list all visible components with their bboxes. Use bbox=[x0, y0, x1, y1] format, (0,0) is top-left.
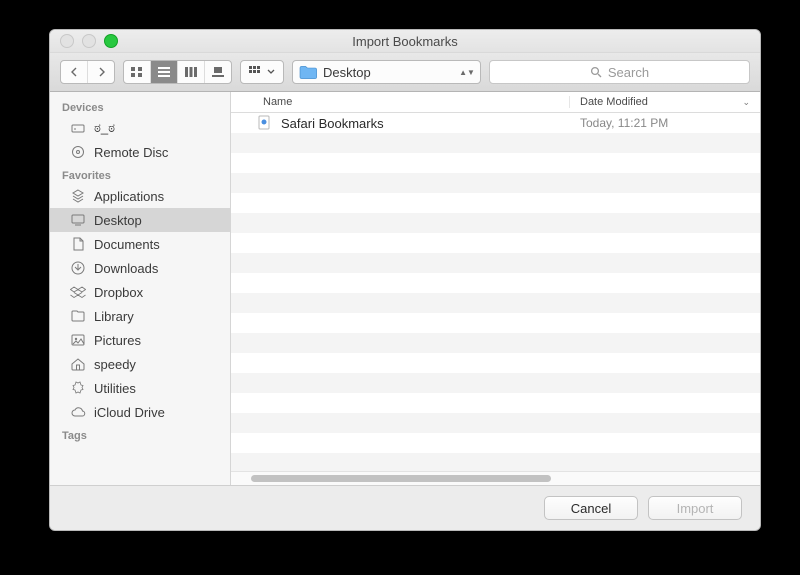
file-list: Name Date Modified ⌄ Safari BookmarksTod… bbox=[231, 92, 760, 485]
view-columns-button[interactable] bbox=[178, 61, 205, 83]
sidebar-item-desktop[interactable]: Desktop bbox=[50, 208, 230, 232]
sidebar-item-downloads[interactable]: Downloads bbox=[50, 256, 230, 280]
search-icon bbox=[590, 66, 602, 78]
home-icon bbox=[70, 356, 86, 372]
sidebar-item-label: Dropbox bbox=[94, 285, 143, 300]
sidebar-item-label: Documents bbox=[94, 237, 160, 252]
sidebar-item-remote-disc[interactable]: Remote Disc bbox=[50, 140, 230, 164]
sidebar-item-label: Pictures bbox=[94, 333, 141, 348]
sidebar-item-label: Utilities bbox=[94, 381, 136, 396]
utilities-icon bbox=[70, 380, 86, 396]
sidebar-item-label: Applications bbox=[94, 189, 164, 204]
nav-back-button[interactable] bbox=[61, 61, 88, 83]
nav-forward-button[interactable] bbox=[88, 61, 114, 83]
location-popup[interactable]: Desktop ▲▼ bbox=[292, 60, 481, 84]
search-placeholder: Search bbox=[608, 65, 649, 80]
sidebar-item--[interactable]: ಠ_ಠ bbox=[50, 116, 230, 140]
view-list-button[interactable] bbox=[151, 61, 178, 83]
sidebar-item-applications[interactable]: Applications bbox=[50, 184, 230, 208]
sidebar-item-library[interactable]: Library bbox=[50, 304, 230, 328]
disc-icon bbox=[70, 144, 86, 160]
file-icon bbox=[257, 115, 273, 131]
folder-icon bbox=[70, 308, 86, 324]
sidebar-item-label: ಠ_ಠ bbox=[94, 120, 115, 136]
sidebar-item-utilities[interactable]: Utilities bbox=[50, 376, 230, 400]
sidebar-item-label: Desktop bbox=[94, 213, 142, 228]
sidebar-item-label: iCloud Drive bbox=[94, 405, 165, 420]
sidebar-heading: Favorites bbox=[50, 164, 230, 184]
sidebar-item-label: Downloads bbox=[94, 261, 158, 276]
file-rows[interactable]: Safari BookmarksToday, 11:21 PM bbox=[231, 113, 760, 471]
apps-icon bbox=[70, 188, 86, 204]
sidebar-item-label: Remote Disc bbox=[94, 145, 168, 160]
downloads-icon bbox=[70, 260, 86, 276]
body: Devices ಠ_ಠ Remote Disc Favorites Applicatio… bbox=[50, 92, 760, 485]
import-button[interactable]: Import bbox=[648, 496, 742, 520]
cloud-icon bbox=[70, 404, 86, 420]
drive-icon bbox=[70, 120, 86, 136]
sidebar-item-pictures[interactable]: Pictures bbox=[50, 328, 230, 352]
sidebar[interactable]: Devices ಠ_ಠ Remote Disc Favorites Applicatio… bbox=[50, 92, 231, 485]
toolbar: Desktop ▲▼ Search bbox=[50, 53, 760, 92]
horizontal-scrollbar[interactable] bbox=[231, 471, 760, 485]
scrollbar-thumb[interactable] bbox=[251, 475, 551, 482]
nav-back-forward bbox=[60, 60, 115, 84]
view-icons-button[interactable] bbox=[124, 61, 151, 83]
footer: Cancel Import bbox=[50, 485, 760, 530]
stepper-icon: ▲▼ bbox=[460, 70, 474, 75]
cancel-button[interactable]: Cancel bbox=[544, 496, 638, 520]
sidebar-item-dropbox[interactable]: Dropbox bbox=[50, 280, 230, 304]
file-date: Today, 11:21 PM bbox=[570, 116, 760, 130]
sidebar-item-documents[interactable]: Documents bbox=[50, 232, 230, 256]
open-panel: Import Bookmarks bbox=[49, 29, 761, 531]
sidebar-heading: Tags bbox=[50, 424, 230, 444]
titlebar: Import Bookmarks bbox=[50, 30, 760, 53]
sidebar-item-speedy[interactable]: speedy bbox=[50, 352, 230, 376]
sidebar-heading: Devices bbox=[50, 96, 230, 116]
sidebar-item-label: Library bbox=[94, 309, 134, 324]
column-date-label: Date Modified bbox=[580, 96, 648, 108]
view-coverflow-button[interactable] bbox=[205, 61, 231, 83]
location-label: Desktop bbox=[323, 65, 371, 80]
chevron-down-icon: ⌄ bbox=[742, 97, 750, 108]
search-field[interactable]: Search bbox=[489, 60, 750, 84]
dropbox-icon bbox=[70, 284, 86, 300]
file-row[interactable]: Safari BookmarksToday, 11:21 PM bbox=[231, 113, 760, 133]
column-headers: Name Date Modified ⌄ bbox=[231, 92, 760, 113]
docs-icon bbox=[70, 236, 86, 252]
window-title: Import Bookmarks bbox=[50, 34, 760, 49]
chevron-down-icon bbox=[267, 69, 275, 75]
arrange-menu-button[interactable] bbox=[240, 60, 284, 84]
sidebar-item-icloud-drive[interactable]: iCloud Drive bbox=[50, 400, 230, 424]
column-date-modified[interactable]: Date Modified ⌄ bbox=[570, 96, 760, 108]
desktop-icon bbox=[70, 212, 86, 228]
sidebar-item-label: speedy bbox=[94, 357, 136, 372]
column-name[interactable]: Name bbox=[231, 96, 570, 108]
file-name: Safari Bookmarks bbox=[281, 116, 570, 131]
view-mode-segmented bbox=[123, 60, 232, 84]
pictures-icon bbox=[70, 332, 86, 348]
folder-icon bbox=[299, 65, 317, 79]
